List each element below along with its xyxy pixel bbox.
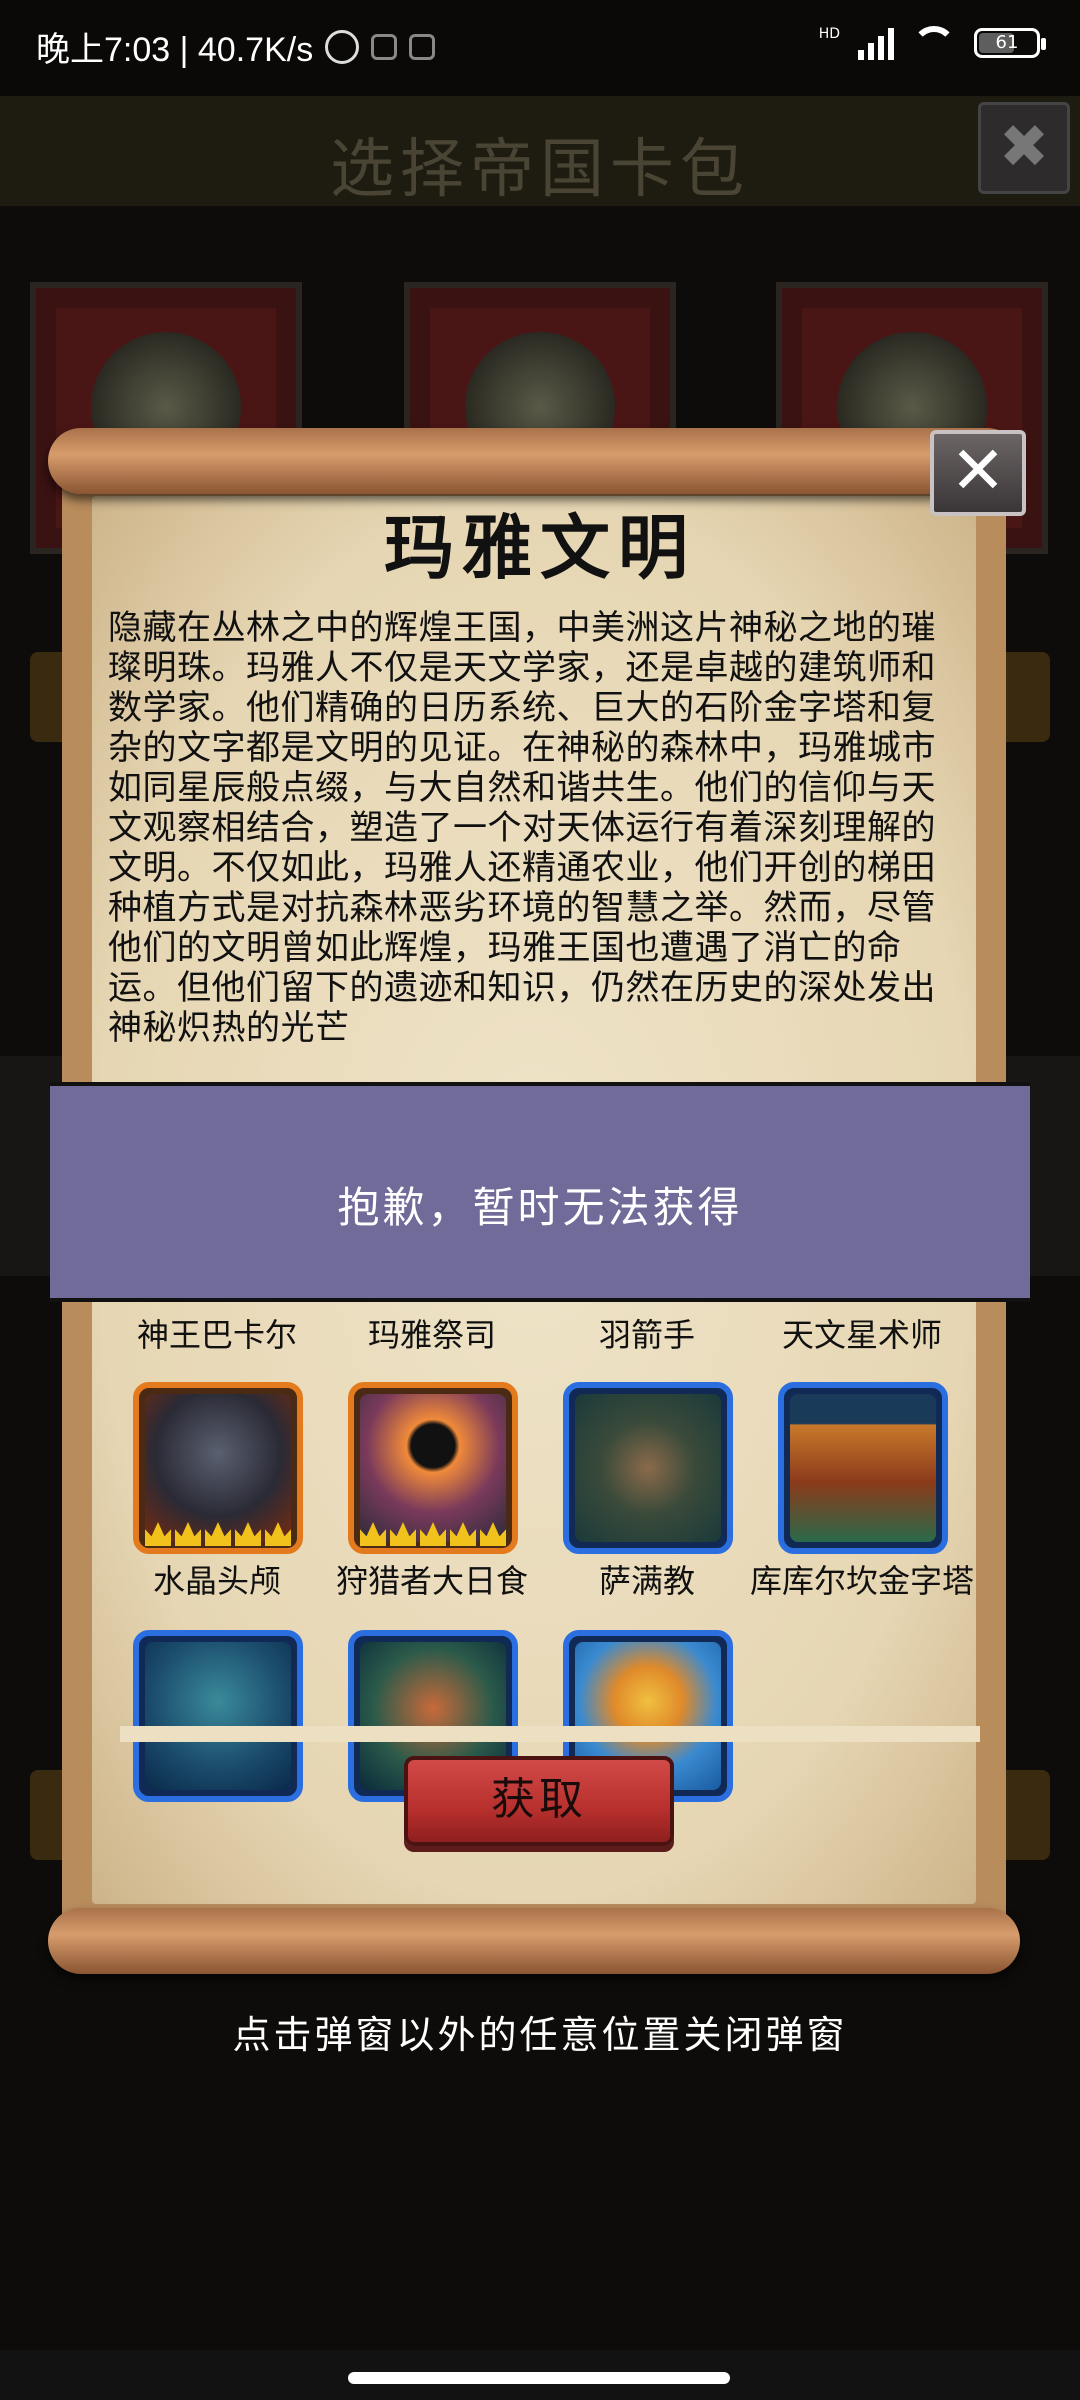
notification-icon <box>371 33 398 60</box>
status-bar: 晚上7:03 | 40.7K/s HD 61 <box>0 0 1080 96</box>
crown-rating <box>143 1514 293 1546</box>
card-shaman[interactable] <box>563 1382 733 1554</box>
card-eclipse-hunter[interactable] <box>348 1382 518 1554</box>
background-close-icon: ✖ <box>978 102 1070 194</box>
app-notification-icon <box>409 33 436 60</box>
card-kukulkan-pyramid[interactable] <box>778 1382 948 1554</box>
card-label: 神王巴卡尔 <box>136 1316 297 1354</box>
status-left: 晚上7:03 | 40.7K/s <box>36 22 436 71</box>
modal-title: 玛雅文明 <box>384 507 696 589</box>
wifi-icon <box>912 26 956 60</box>
card-feathered-serpent[interactable] <box>133 1630 303 1802</box>
battery-level: 61 <box>995 32 1019 53</box>
card-label: 水晶头颅 <box>152 1562 281 1600</box>
card-grid-clip <box>120 1726 980 1742</box>
battery-icon: 61 <box>974 28 1046 58</box>
card-label: 玛雅祭司 <box>367 1316 496 1354</box>
crown-rating <box>358 1514 508 1546</box>
toast-text: 抱歉，暂时无法获得 <box>337 1183 743 1232</box>
scroll-bottom-roll <box>48 1908 1020 1974</box>
card-crystal-skull[interactable] <box>133 1382 303 1554</box>
toast: 抱歉，暂时无法获得 <box>50 1082 1030 1302</box>
card-label: 天文星术师 <box>781 1316 942 1354</box>
status-right: HD 61 <box>818 26 1046 60</box>
scroll-top-roll <box>48 428 1020 494</box>
modal-description: 隐藏在丛林之中的辉煌王国，中美洲这片神秘之地的璀璨明珠。玛雅人不仅是天文学家，还… <box>108 608 936 1048</box>
shaman-mask-icon <box>575 1394 721 1542</box>
card-label: 萨满教 <box>598 1562 695 1600</box>
card-label: 库库尔坎金字塔 <box>749 1562 974 1600</box>
alarm-icon <box>325 29 360 64</box>
feathered-serpent-icon <box>145 1642 291 1790</box>
card-label: 羽箭手 <box>598 1316 695 1354</box>
pyramid-icon <box>790 1394 936 1542</box>
signal-icon <box>858 26 894 60</box>
network-label: HD <box>818 26 840 42</box>
get-button[interactable]: 获取 <box>404 1756 674 1846</box>
status-time: 晚上7:03 | 40.7K/s <box>36 31 314 69</box>
card-label: 狩猎者大日食 <box>335 1562 528 1600</box>
background-title: 选择帝国卡包 <box>330 133 750 207</box>
close-hint: 点击弹窗以外的任意位置关闭弹窗 <box>232 2013 848 2057</box>
home-indicator[interactable] <box>348 2372 730 2384</box>
